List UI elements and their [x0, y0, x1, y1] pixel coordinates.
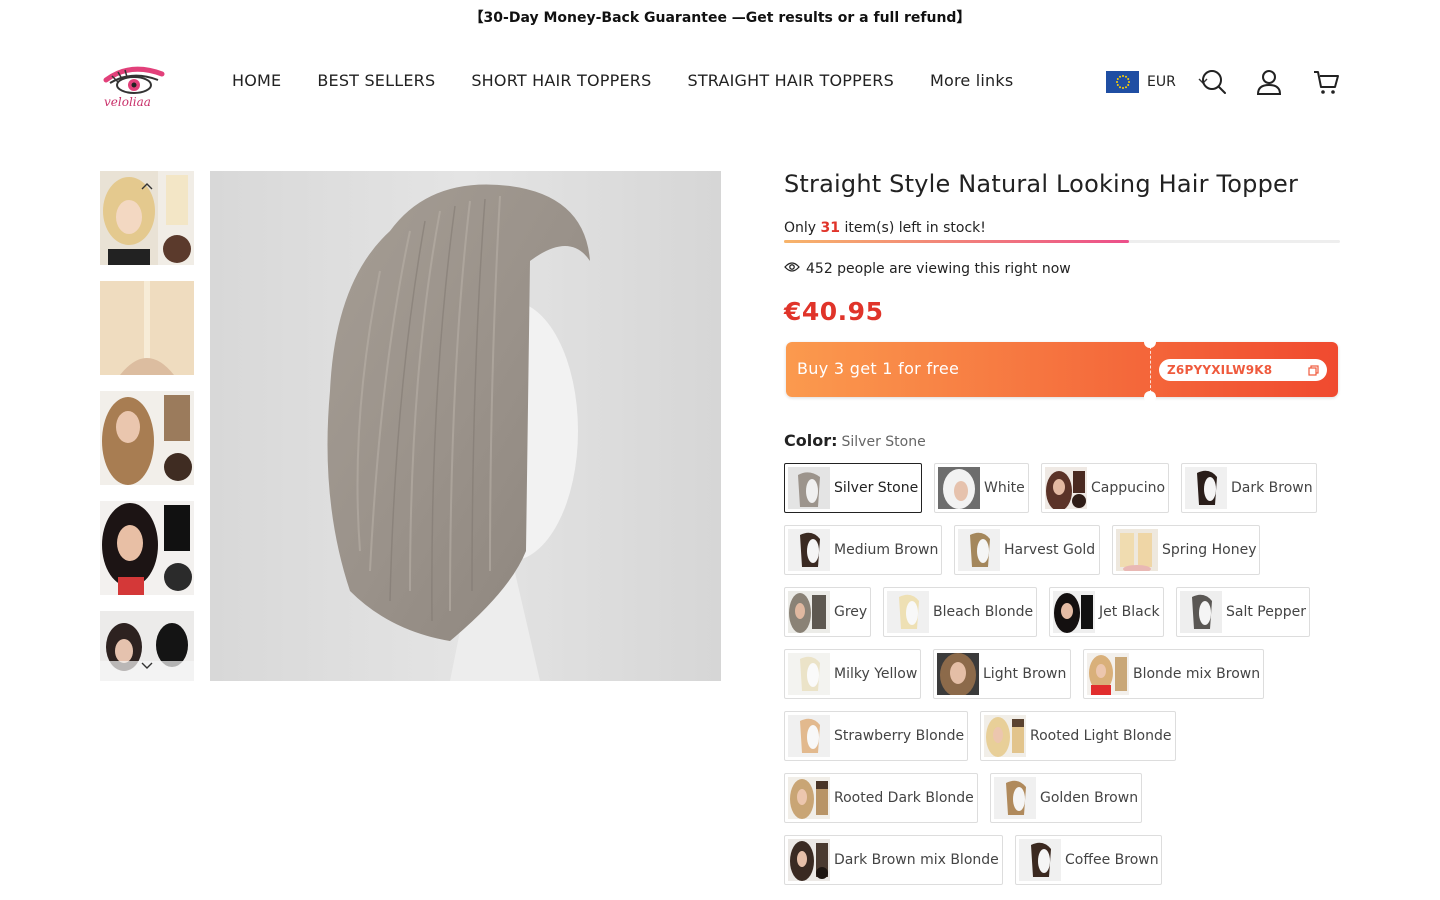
stock-count: 31 [820, 220, 841, 236]
logo-text: veloliaa [104, 95, 151, 109]
coupon-code-button[interactable]: Z6PYYXILW9K8 [1159, 359, 1327, 381]
swatch-spring-honey[interactable]: Spring Honey [1112, 525, 1260, 575]
swatch-blonde-mix-brown[interactable]: Blonde mix Brown [1083, 649, 1264, 699]
swatch-image [1019, 839, 1061, 881]
swatch-image [984, 715, 1026, 757]
swatch-milky-yellow[interactable]: Milky Yellow [784, 649, 921, 699]
swatch-image [958, 529, 1000, 571]
swatch-salt-pepper[interactable]: Salt Pepper [1176, 587, 1310, 637]
nav-straight-hair-toppers[interactable]: STRAIGHT HAIR TOPPERS [687, 71, 894, 90]
swatch-image [1116, 529, 1158, 571]
swatch-cappucino[interactable]: Cappucino [1041, 463, 1169, 513]
thumbnail-4[interactable] [100, 501, 194, 595]
stock-prefix: Only [784, 220, 821, 236]
nav-best-sellers[interactable]: BEST SELLERS [317, 71, 435, 90]
swatch-harvest-gold[interactable]: Harvest Gold [954, 525, 1100, 575]
currency-selector[interactable]: EUR [1106, 71, 1208, 93]
product-info: Straight Style Natural Looking Hair Topp… [784, 170, 1340, 885]
swatch-image [788, 715, 830, 757]
swatch-image [938, 467, 980, 509]
chevron-down-icon[interactable] [138, 657, 156, 675]
stock-progress-fill [784, 240, 1129, 243]
nav-short-hair-toppers[interactable]: SHORT HAIR TOPPERS [471, 71, 651, 90]
cart-icon[interactable] [1312, 68, 1340, 96]
swatch-dark-brown-mix-blonde[interactable]: Dark Brown mix Blonde [784, 835, 1003, 885]
stock-notice: Only 31 item(s) left in stock! [784, 220, 986, 236]
swatch-image [1053, 591, 1095, 633]
swatch-image [1185, 467, 1227, 509]
announcement-bar: 【30-Day Money-Back Guarantee —Get result… [0, 0, 1440, 34]
viewers-notice: 452 people are viewing this right now [784, 261, 1071, 277]
swatch-medium-brown[interactable]: Medium Brown [784, 525, 942, 575]
product-title: Straight Style Natural Looking Hair Topp… [784, 170, 1299, 198]
swatch-image [1045, 467, 1087, 509]
swatch-image [994, 777, 1036, 819]
coupon-code: Z6PYYXILW9K8 [1167, 363, 1273, 377]
swatch-dark-brown[interactable]: Dark Brown [1181, 463, 1317, 513]
thumbnail-2[interactable] [100, 281, 194, 375]
swatch-white[interactable]: White [934, 463, 1029, 513]
color-label: Color: Silver Stone [784, 431, 926, 450]
swatch-image [788, 591, 830, 633]
viewers-text: 452 people are viewing this right now [806, 261, 1071, 277]
swatch-image [1087, 653, 1129, 695]
swatch-jet-black[interactable]: Jet Black [1049, 587, 1164, 637]
thumbnail-3[interactable] [100, 391, 194, 485]
swatch-bleach-blonde[interactable]: Bleach Blonde [883, 587, 1037, 637]
main-product-image[interactable] [210, 171, 721, 681]
swatch-image [788, 839, 830, 881]
account-icon[interactable] [1255, 68, 1283, 96]
coupon-divider [1150, 346, 1151, 393]
site-header: veloliaa HOME BEST SELLERS SHORT HAIR TO… [100, 56, 1340, 110]
swatch-coffee-brown[interactable]: Coffee Brown [1015, 835, 1162, 885]
coupon-banner: Buy 3 get 1 for free Z6PYYXILW9K8 [786, 336, 1338, 403]
swatch-light-brown[interactable]: Light Brown [933, 649, 1071, 699]
swatch-image [887, 591, 929, 633]
swatch-image [788, 467, 830, 509]
thumbnail-gallery [100, 171, 194, 681]
stock-suffix: item(s) left in stock! [840, 220, 986, 236]
search-icon[interactable] [1200, 68, 1228, 96]
announcement-text: 【30-Day Money-Back Guarantee —Get result… [469, 10, 971, 26]
coupon-text: Buy 3 get 1 for free [797, 359, 960, 378]
eu-flag-icon [1106, 71, 1139, 93]
chevron-up-icon[interactable] [138, 177, 156, 195]
swatch-image [788, 529, 830, 571]
eye-icon [784, 261, 800, 277]
currency-code: EUR [1147, 74, 1176, 90]
swatch-image [788, 777, 830, 819]
copy-icon[interactable] [1308, 364, 1319, 376]
stock-progress-bar [784, 240, 1340, 243]
swatch-golden-brown[interactable]: Golden Brown [990, 773, 1142, 823]
color-label-text: Color: [784, 431, 838, 450]
swatch-silver-stone[interactable]: Silver Stone [784, 463, 922, 513]
swatch-image [788, 653, 830, 695]
brand-logo[interactable]: veloliaa [100, 60, 180, 110]
swatch-rooted-light-blonde[interactable]: Rooted Light Blonde [980, 711, 1176, 761]
main-nav: HOME BEST SELLERS SHORT HAIR TOPPERS STR… [232, 71, 1013, 90]
swatch-image [937, 653, 979, 695]
swatch-image [1180, 591, 1222, 633]
product-price: €40.95 [784, 297, 884, 326]
selected-color: Silver Stone [841, 434, 926, 450]
nav-home[interactable]: HOME [232, 71, 281, 90]
swatch-rooted-dark-blonde[interactable]: Rooted Dark Blonde [784, 773, 978, 823]
nav-more-links[interactable]: More links [930, 71, 1013, 90]
swatch-grey[interactable]: Grey [784, 587, 871, 637]
swatch-strawberry-blonde[interactable]: Strawberry Blonde [784, 711, 968, 761]
